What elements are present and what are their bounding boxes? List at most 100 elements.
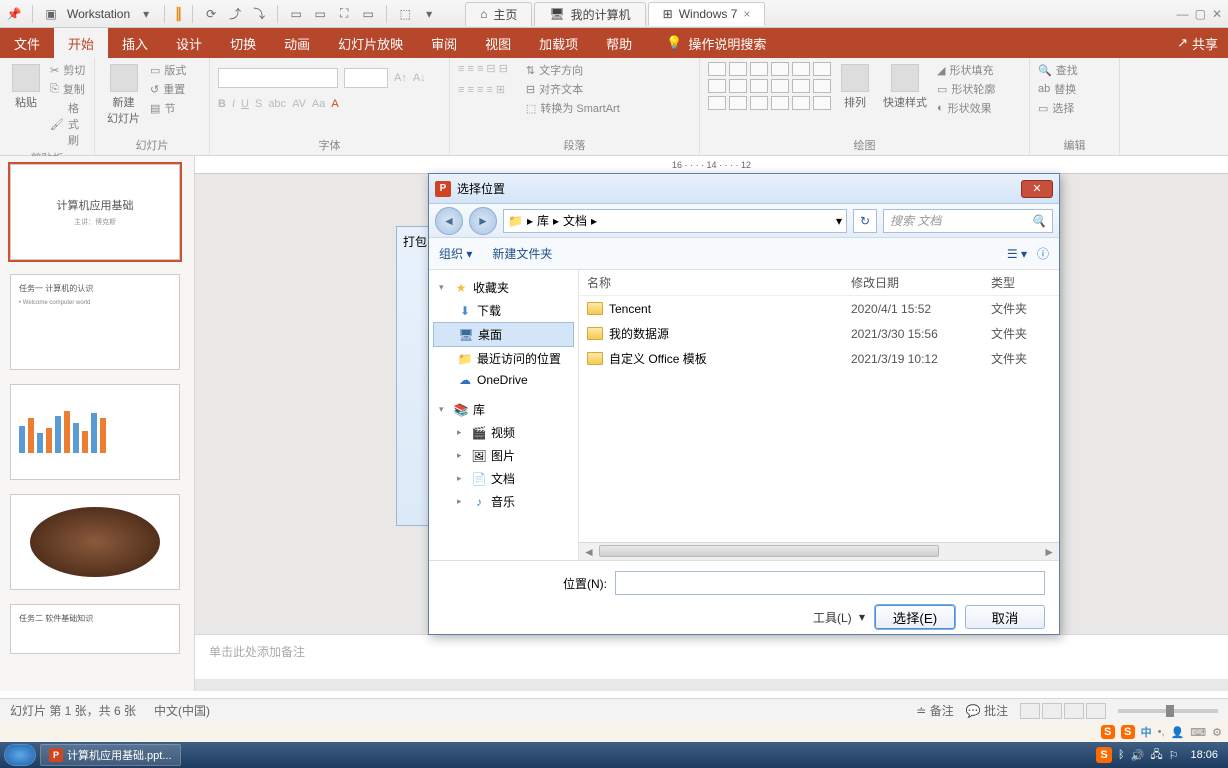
thumbnail-2[interactable]: 任务一 计算机的认识 • Welcome computer world [10,274,180,370]
tab-slideshow[interactable]: 幻灯片放映 [324,28,417,58]
back-button[interactable]: ◄ [435,207,463,235]
find-button[interactable]: 🔍 查找 [1038,62,1078,78]
pause-icon[interactable]: ∥ [175,5,182,22]
shape-fill-button[interactable]: ◢ 形状填充 [937,62,995,78]
tools-button[interactable]: 工具(L) ▾ [813,609,865,626]
flag-icon[interactable]: ⚐ [1169,749,1179,762]
refresh-button[interactable]: ↻ [853,209,877,233]
tab-addons[interactable]: 加载项 [525,28,592,58]
tab-review[interactable]: 审阅 [417,28,471,58]
sogou-icon[interactable]: S [1101,725,1115,739]
thumbnail-4[interactable] [10,494,180,590]
tree-recent[interactable]: 📁最近访问的位置 [433,347,574,370]
tab-view[interactable]: 视图 [471,28,525,58]
share-button[interactable]: ↗共享 [1167,34,1228,53]
tree-desktop[interactable]: 🖥桌面 [433,322,574,347]
fullscreen-icon[interactable]: ⛶ [336,6,352,22]
close-icon[interactable]: × [743,7,750,21]
minimize-icon[interactable]: — [1177,7,1189,21]
col-type[interactable]: 类型 [991,274,1051,291]
pin-icon[interactable]: 📌 [6,6,22,22]
ime-punct[interactable]: •, [1158,726,1165,738]
view-button[interactable]: ☰ ▾ [1007,247,1027,261]
file-row[interactable]: 自定义 Office 模板 2021/3/19 10:12 文件夹 [579,346,1059,371]
copy-button[interactable]: ⎘ 复制 [50,81,86,97]
col-name[interactable]: 名称 [587,274,851,291]
reset-button[interactable]: ↺ 重置 [150,81,186,97]
toolbar-icon[interactable]: ▭ [312,6,328,22]
zoom-slider[interactable] [1118,709,1218,713]
toolbar-icon[interactable]: ▭ [360,6,376,22]
workstation-label[interactable]: Workstation [67,7,130,21]
tree-pictures[interactable]: ▸🖼图片 [433,444,574,467]
taskbar-app[interactable]: P 计算机应用基础.ppt... [40,744,181,766]
ime-keyboard-icon[interactable]: ⌨ [1190,726,1206,739]
tree-onedrive[interactable]: ☁OneDrive [433,370,574,390]
select-button[interactable]: 选择(E) [875,605,955,629]
notes-button[interactable]: ≐ 备注 [916,702,953,719]
tab-help[interactable]: 帮助 [592,28,646,58]
toolbar-icon[interactable]: ⤵ [251,6,267,22]
thumbnail-1[interactable]: 计算机应用基础 主讲：博克斯 [10,164,180,260]
quick-styles-button[interactable]: 快速样式 [879,62,931,112]
search-input[interactable]: 搜索 文档 🔍 [883,209,1053,233]
file-list[interactable]: 名称 修改日期 类型 Tencent 2020/4/1 15:52 文件夹 我的… [579,270,1059,560]
network-icon[interactable]: 🖧 [1150,746,1162,765]
select-button[interactable]: ▭ 选择 [1038,100,1078,116]
file-list-header[interactable]: 名称 修改日期 类型 [579,270,1059,296]
sogou-tray-icon[interactable]: S [1096,747,1112,763]
tab-insert[interactable]: 插入 [108,28,162,58]
section-button[interactable]: ▤ 节 [150,100,186,116]
tab-animations[interactable]: 动画 [270,28,324,58]
col-date[interactable]: 修改日期 [851,274,991,291]
tree-downloads[interactable]: ⬇下载 [433,299,574,322]
dropdown-icon[interactable]: ▾ [138,6,154,22]
organize-button[interactable]: 组织 ▾ [439,245,472,262]
tab-file[interactable]: 文件 [0,28,54,58]
clock[interactable]: 18:06 [1184,749,1224,761]
tab-design[interactable]: 设计 [162,28,216,58]
cancel-button[interactable]: 取消 [965,605,1045,629]
tree-favorites[interactable]: ▾★收藏夹 [433,276,574,299]
close-icon[interactable]: ✕ [1212,7,1222,21]
horizontal-scrollbar[interactable]: ◄ ► [579,542,1059,560]
ime-zh[interactable]: 中 [1141,724,1152,740]
help-icon[interactable]: ⓘ [1037,245,1049,262]
tab-transitions[interactable]: 切换 [216,28,270,58]
ime-person-icon[interactable]: 👤 [1171,726,1185,739]
smartart-button[interactable]: ⬚ 转换为 SmartArt [526,100,620,116]
tree-videos[interactable]: ▸🎬视频 [433,421,574,444]
vm-tab-home[interactable]: ⌂主页 [465,2,532,26]
thumbnail-3[interactable] [10,384,180,480]
notes-pane[interactable]: 单击此处添加备注 [195,634,1228,679]
file-row[interactable]: Tencent 2020/4/1 15:52 文件夹 [579,296,1059,321]
close-button[interactable]: ✕ [1021,180,1053,198]
shapes-gallery[interactable] [708,62,831,110]
shape-outline-button[interactable]: ▭ 形状轮廓 [937,81,995,97]
thumbnail-5[interactable]: 任务二 软件基础知识 [10,604,180,654]
forward-button[interactable]: ► [469,207,497,235]
dropdown-icon[interactable]: ▾ [421,6,437,22]
dialog-titlebar[interactable]: P 选择位置 ✕ [429,174,1059,204]
folder-tree[interactable]: ▾★收藏夹 ⬇下载 🖥桌面 📁最近访问的位置 ☁OneDrive ▾📚库 ▸🎬视… [429,270,579,560]
comments-button[interactable]: 💬 批注 [966,702,1008,719]
tell-me-search[interactable]: 💡操作说明搜索 [666,34,766,53]
new-slide-button[interactable]: 新建 幻灯片 [103,62,144,128]
vm-tab-win7[interactable]: ⊞Windows 7× [648,2,766,26]
replace-button[interactable]: ab 替换 [1038,81,1078,97]
maximize-icon[interactable]: ▢ [1195,7,1206,21]
address-bar[interactable]: 📁 ▸ 库 ▸ 文档 ▸ ▾ [503,209,847,233]
sogou-icon[interactable]: S [1121,725,1135,739]
view-buttons[interactable] [1020,703,1106,719]
location-input[interactable] [615,571,1045,595]
cut-button[interactable]: ✂ 剪切 [50,62,86,78]
start-button[interactable] [4,744,36,766]
tree-documents[interactable]: ▸📄文档 [433,467,574,490]
toolbar-icon[interactable]: ⤴ [227,6,243,22]
file-row[interactable]: 我的数据源 2021/3/30 15:56 文件夹 [579,321,1059,346]
arrange-button[interactable]: 排列 [837,62,873,112]
toolbar-icon[interactable]: ▭ [288,6,304,22]
text-direction-button[interactable]: ⇅ 文字方向 [526,62,620,78]
tree-libraries[interactable]: ▾📚库 [433,398,574,421]
ime-settings-icon[interactable]: ⚙ [1212,726,1222,739]
